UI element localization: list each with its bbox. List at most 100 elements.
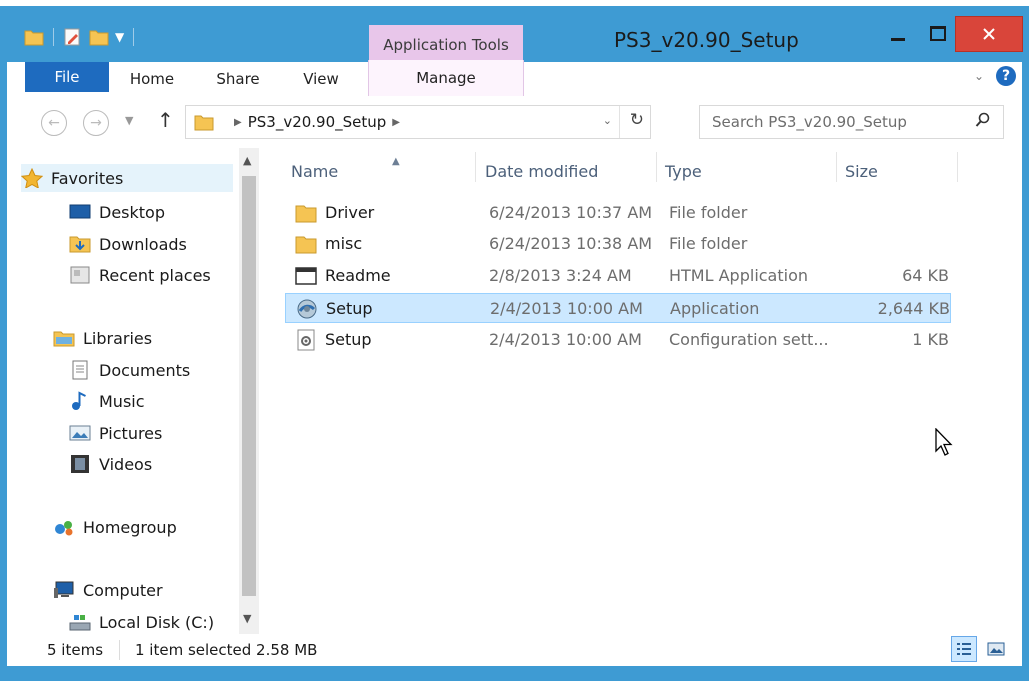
file-row[interactable]: Driver 6/24/2013 10:37 AM File folder	[285, 198, 951, 228]
folder-icon	[295, 205, 317, 223]
config-settings-icon	[297, 329, 315, 351]
status-bar: 5 items 1 item selected 2.58 MB	[7, 634, 1022, 666]
nav-item-local-disk[interactable]: Local Disk (C:)	[69, 608, 214, 636]
tab-file[interactable]: File	[25, 62, 109, 92]
content-area: Favorites Desktop Downloads Recent place…	[7, 148, 1022, 634]
back-button[interactable]: ←	[41, 110, 67, 136]
pictures-icon	[69, 423, 91, 443]
qat-separator	[133, 28, 135, 46]
libraries-icon	[53, 328, 75, 348]
nav-item-videos[interactable]: Videos	[69, 450, 152, 478]
nav-item-music[interactable]: Music	[69, 387, 145, 415]
nav-label: Music	[99, 391, 145, 411]
folder-icon[interactable]	[24, 28, 44, 46]
tab-view[interactable]: View	[293, 62, 349, 96]
search-icon[interactable]	[975, 112, 991, 128]
file-type: Configuration sett...	[669, 330, 829, 349]
nav-item-recent-places[interactable]: Recent places	[69, 261, 211, 289]
recent-places-icon	[69, 265, 91, 285]
breadcrumb-arrow-icon[interactable]: ▶	[392, 117, 400, 128]
column-header-date[interactable]: Date modified	[485, 156, 651, 186]
new-folder-icon[interactable]	[89, 28, 109, 46]
file-name: misc	[325, 234, 363, 253]
details-view-button[interactable]	[951, 636, 977, 662]
file-size: 1 KB	[912, 330, 949, 349]
navigation-scrollbar[interactable]: ▲ ▼	[239, 148, 259, 634]
ribbon: File Home Share View Manage ⌄ ?	[7, 60, 1022, 97]
column-label: Name	[291, 161, 339, 181]
address-dropdown-icon[interactable]: ⌄	[603, 114, 612, 127]
folder-icon	[295, 236, 317, 254]
refresh-icon[interactable]: ↻	[630, 110, 644, 130]
nav-item-documents[interactable]: Documents	[69, 356, 190, 384]
breadcrumb-arrow-icon[interactable]: ▶	[234, 117, 242, 128]
file-row[interactable]: misc 6/24/2013 10:38 AM File folder	[285, 229, 951, 259]
breadcrumb-segment[interactable]: PS3_v20.90_Setup	[248, 113, 387, 131]
file-date: 6/24/2013 10:38 AM	[489, 234, 653, 253]
nav-label: Computer	[83, 580, 163, 600]
desktop-icon	[69, 202, 91, 222]
column-header-name[interactable]: Name ▲	[291, 156, 471, 186]
nav-item-computer[interactable]: Computer	[53, 576, 163, 604]
recent-locations-icon[interactable]: ▼	[125, 114, 133, 127]
column-divider[interactable]	[957, 152, 958, 182]
column-divider[interactable]	[836, 152, 837, 182]
tab-manage[interactable]: Manage	[368, 60, 524, 96]
nav-item-libraries[interactable]: Libraries	[53, 324, 152, 352]
minimize-button[interactable]	[886, 16, 910, 50]
computer-icon	[53, 580, 75, 600]
file-type: HTML Application	[669, 266, 809, 285]
column-divider[interactable]	[656, 152, 657, 182]
nav-item-favorites[interactable]: Favorites	[21, 164, 233, 192]
tab-home[interactable]: Home	[119, 62, 185, 96]
file-date: 6/24/2013 10:37 AM	[489, 203, 653, 222]
large-icons-view-icon	[987, 642, 1005, 656]
maximize-button[interactable]	[926, 16, 950, 50]
column-header-type[interactable]: Type	[665, 156, 825, 186]
close-button[interactable]	[955, 16, 1023, 52]
nav-label: Local Disk (C:)	[99, 612, 215, 632]
column-label: Date modified	[485, 161, 599, 181]
file-name: Driver	[325, 203, 375, 222]
nav-item-desktop[interactable]: Desktop	[69, 198, 165, 226]
properties-icon[interactable]	[63, 28, 83, 46]
large-icons-view-button[interactable]	[983, 636, 1009, 662]
file-date: 2/4/2013 10:00 AM	[489, 330, 642, 349]
nav-item-downloads[interactable]: Downloads	[69, 230, 187, 258]
column-header-size[interactable]: Size	[845, 156, 945, 186]
file-row[interactable]: Readme 2/8/2013 3:24 AM HTML Application…	[285, 261, 951, 291]
nav-label: Recent places	[99, 265, 211, 285]
chevron-down-icon[interactable]: ▼	[115, 30, 124, 44]
column-divider[interactable]	[475, 152, 476, 182]
file-list: Name ▲ Date modified Type Size Driver 6/…	[271, 148, 1022, 634]
file-date: 2/4/2013 10:00 AM	[490, 299, 643, 318]
scroll-down-icon[interactable]: ▼	[243, 612, 251, 625]
ribbon-controls: ⌄ ?	[974, 66, 1016, 86]
file-name: Setup	[326, 299, 373, 318]
scrollbar-thumb[interactable]	[242, 176, 256, 596]
expand-ribbon-icon[interactable]: ⌄	[974, 69, 984, 83]
column-label: Size	[845, 161, 878, 181]
up-button[interactable]: ↑	[157, 108, 174, 132]
navigation-pane: Favorites Desktop Downloads Recent place…	[7, 148, 259, 634]
item-count: 5 items	[47, 641, 104, 659]
search-input[interactable]: Search PS3_v20.90_Setup	[699, 105, 1004, 139]
setup-app-icon	[297, 299, 317, 319]
address-bar[interactable]: ▶ PS3_v20.90_Setup ▶ ⌄ ↻	[185, 105, 651, 139]
explorer-window: ▼ Application Tools PS3_v20.90_Setup Fil…	[0, 0, 1029, 681]
file-row-selected[interactable]: Setup 2/4/2013 10:00 AM Application 2,64…	[285, 293, 951, 323]
application-tools-header: Application Tools	[369, 25, 523, 64]
selection-info: 1 item selected 2.58 MB	[135, 641, 318, 659]
file-date: 2/8/2013 3:24 AM	[489, 266, 632, 285]
help-icon[interactable]: ?	[996, 66, 1016, 86]
sort-ascending-icon: ▲	[392, 156, 400, 167]
title-bar: ▼ Application Tools PS3_v20.90_Setup	[0, 6, 1029, 64]
file-row[interactable]: Setup 2/4/2013 10:00 AM Configuration se…	[285, 325, 951, 355]
nav-item-pictures[interactable]: Pictures	[69, 419, 162, 447]
forward-button[interactable]: →	[83, 110, 109, 136]
scroll-up-icon[interactable]: ▲	[243, 154, 251, 167]
file-type: File folder	[669, 234, 748, 253]
nav-item-homegroup[interactable]: Homegroup	[53, 513, 177, 541]
search-placeholder: Search PS3_v20.90_Setup	[712, 113, 907, 131]
tab-share[interactable]: Share	[207, 62, 269, 96]
